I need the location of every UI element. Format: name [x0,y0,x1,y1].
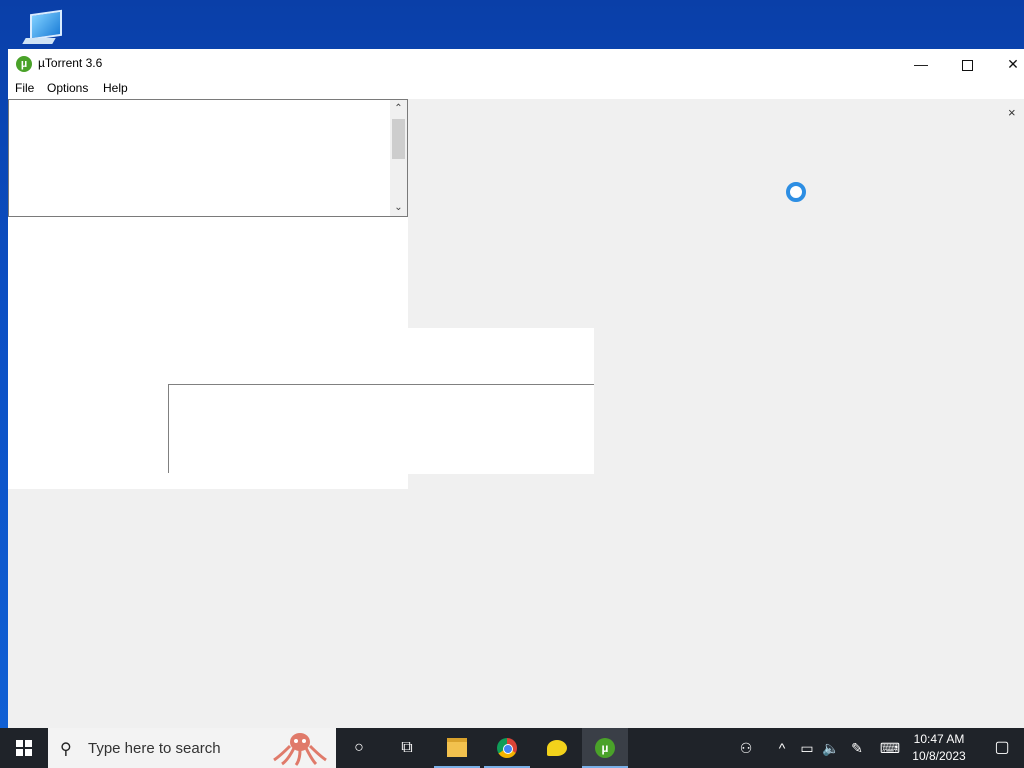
this-pc-desktop-icon[interactable] [18,8,64,48]
title-bar[interactable]: µ µTorrent 3.6 — ✕ [8,49,1024,79]
chrome-icon[interactable] [484,728,530,768]
menu-file[interactable]: File [15,81,34,95]
clock-date: 10/8/2023 [912,749,966,763]
search-icon: ⚲ [60,741,72,758]
close-button[interactable]: ✕ [990,49,1024,79]
detail-input-box[interactable] [168,384,594,473]
file-explorer-icon[interactable] [434,728,480,768]
list-scrollbar[interactable]: ⌃ ⌄ [390,100,407,216]
maximize-icon [961,59,973,71]
keyboard-icon[interactable]: ⌨ [876,728,904,768]
monitor-icon [30,9,62,41]
close-panel-icon[interactable]: × [1008,105,1016,120]
pen-icon[interactable]: ✎ [846,728,868,768]
octopus-illustration-icon [273,733,327,766]
scroll-up-icon[interactable]: ⌃ [390,100,407,117]
scroll-down-icon[interactable]: ⌄ [390,199,407,216]
monitor-base [22,38,56,44]
taskbar-search[interactable]: ⚲ Type here to search [48,728,336,768]
volume-muted-icon[interactable]: 🔈 [820,728,842,768]
cortana-icon[interactable]: ○ [336,728,382,768]
task-view-icon[interactable]: ⧉ [384,728,430,768]
loading-spinner-icon [786,182,806,202]
start-button[interactable] [0,728,48,768]
menu-options[interactable]: Options [47,81,88,95]
utorrent-taskbar-icon[interactable]: µ [582,728,628,768]
window-title: µTorrent 3.6 [38,56,103,70]
notifications-icon[interactable]: ▢ [980,728,1024,768]
maximize-button[interactable] [944,49,990,79]
scroll-thumb[interactable] [392,119,405,159]
network-icon[interactable]: ▭ [796,728,818,768]
taskbar: ⚲ Type here to search ○ ⧉ µ ⚇ ^ ▭ 🔈 ✎ ⌨ … [0,728,1024,768]
menu-help[interactable]: Help [103,81,128,95]
search-placeholder: Type here to search [88,740,221,757]
minimize-button[interactable]: — [898,49,944,79]
utorrent-window: µ µTorrent 3.6 — ✕ File Options Help ⌃ ⌄… [8,49,1024,728]
people-icon[interactable]: ⚇ [734,728,758,768]
clock-time: 10:47 AM [913,732,965,746]
utorrent-logo-icon: µ [16,56,32,72]
windows-logo-icon [16,740,32,756]
show-hidden-icons-chevron-icon[interactable]: ^ [772,728,792,768]
system-clock[interactable]: 10:47 AM 10/8/2023 [905,731,973,765]
chat-icon[interactable] [534,728,580,768]
category-list[interactable]: ⌃ ⌄ [8,99,408,217]
menu-bar: File Options Help [8,79,1024,99]
